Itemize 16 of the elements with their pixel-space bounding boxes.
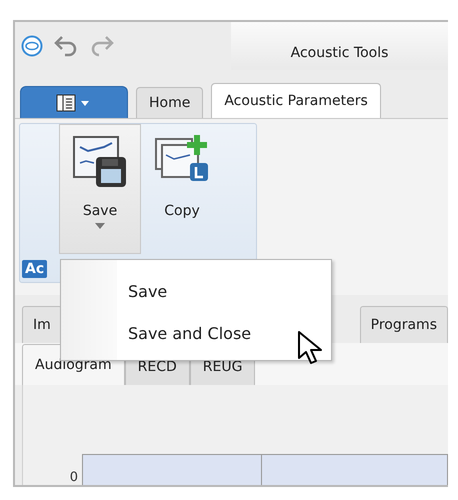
document-tab[interactable]: Im [22, 306, 62, 343]
undo-icon[interactable] [53, 35, 79, 57]
menu-item[interactable]: Save [117, 270, 331, 312]
redo-icon[interactable] [89, 35, 115, 57]
axis-tick-label: 0 [70, 470, 78, 485]
copy-button[interactable]: Copy [141, 124, 223, 254]
caret-icon [95, 223, 105, 229]
panel-dropdown-icon [56, 94, 92, 112]
ribbon-tab[interactable]: Acoustic Parameters [211, 83, 381, 118]
app-logo-icon[interactable] [21, 35, 43, 57]
group-label: Ac [22, 260, 48, 278]
document-tab[interactable]: Programs [360, 306, 448, 343]
application-menu-button[interactable] [20, 86, 128, 118]
ribbon-tab[interactable]: Home [136, 87, 204, 118]
save-chart-icon [72, 133, 128, 189]
save-button[interactable]: Save [59, 124, 141, 254]
